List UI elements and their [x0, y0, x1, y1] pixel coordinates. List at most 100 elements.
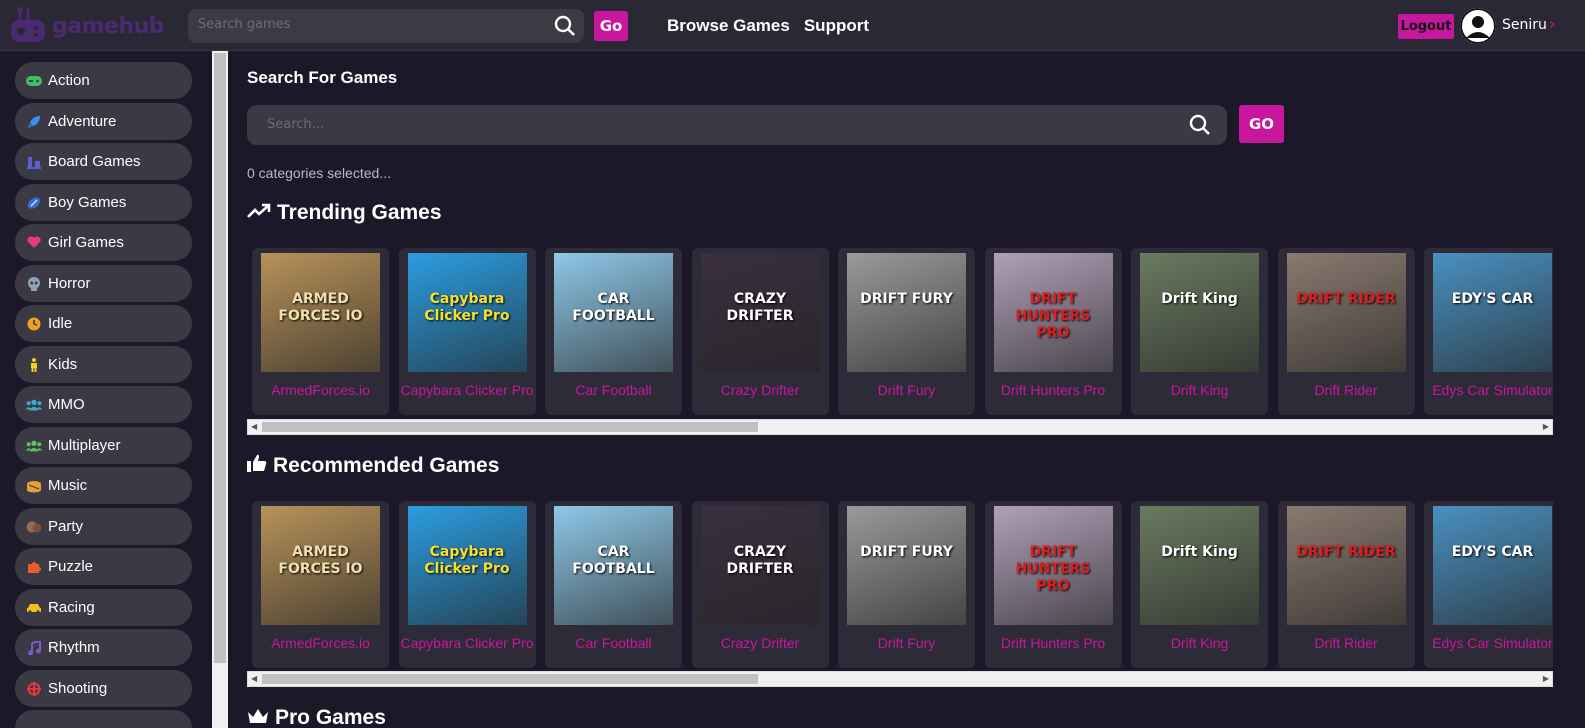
game-card[interactable]: EDY'S CAR Edys Car Simulator: [1424, 248, 1553, 415]
game-title[interactable]: Drift Rider: [1278, 382, 1415, 398]
game-thumbnail[interactable]: DRIFT HUNTERS PRO: [993, 253, 1113, 372]
search-icon[interactable]: [554, 15, 576, 41]
game-thumbnail[interactable]: Drift King: [1140, 506, 1259, 625]
trending-horizontal-scrollbar[interactable]: ◀ ▶: [247, 419, 1553, 435]
sidebar-item-label: Boy Games: [48, 194, 127, 211]
sidebar-item-puzzle[interactable]: Puzzle: [15, 548, 192, 585]
sidebar-item-rhythm[interactable]: Rhythm: [15, 629, 192, 666]
game-card[interactable]: CAR FOOTBALL Car Football: [545, 248, 682, 415]
game-card[interactable]: DRIFT FURY Drift Fury: [838, 248, 975, 415]
game-card[interactable]: Capybara Clicker Pro Capybara Clicker Pro: [398, 248, 536, 415]
game-thumbnail[interactable]: ARMED FORCES IO: [261, 506, 380, 625]
sidebar-item-multiplayer[interactable]: Multiplayer: [15, 427, 192, 464]
game-title[interactable]: Car Football: [545, 635, 682, 651]
game-thumbnail[interactable]: CAR FOOTBALL: [554, 253, 673, 372]
scrollbar-thumb[interactable]: [262, 422, 758, 432]
game-title[interactable]: Drift Hunters Pro: [985, 382, 1122, 398]
top-search-input[interactable]: [198, 17, 538, 32]
game-title[interactable]: Drift Hunters Pro: [985, 635, 1122, 651]
game-title[interactable]: Drift Fury: [838, 382, 975, 398]
game-title[interactable]: Car Football: [545, 382, 682, 398]
game-thumbnail[interactable]: DRIFT RIDER: [1286, 253, 1406, 372]
game-title[interactable]: Edys Car Simulator: [1424, 382, 1553, 398]
game-thumbnail[interactable]: ARMED FORCES IO: [261, 253, 380, 372]
game-card[interactable]: CAR FOOTBALL Car Football: [545, 501, 682, 668]
game-card[interactable]: Drift King Drift King: [1131, 248, 1268, 415]
recommended-horizontal-scrollbar[interactable]: ◀ ▶: [247, 671, 1553, 687]
sidebar-item-music[interactable]: Music: [15, 467, 192, 504]
main-go-button[interactable]: GO: [1239, 105, 1284, 143]
game-thumbnail[interactable]: Capybara Clicker Pro: [407, 506, 527, 625]
logo[interactable]: gamehub: [8, 4, 165, 48]
game-thumbnail[interactable]: CRAZY DRIFTER: [700, 506, 820, 625]
game-thumbnail[interactable]: DRIFT FURY: [847, 506, 966, 625]
scrollbar-thumb[interactable]: [262, 674, 758, 684]
game-thumbnail[interactable]: DRIFT HUNTERS PRO: [993, 506, 1113, 625]
sidebar-item-more[interactable]: [15, 710, 192, 728]
game-title[interactable]: Drift King: [1131, 635, 1268, 651]
sidebar-item-kids[interactable]: Kids: [15, 346, 192, 383]
sidebar-item-idle[interactable]: Idle: [15, 305, 192, 342]
game-title[interactable]: Crazy Drifter: [692, 635, 829, 651]
game-title[interactable]: Drift King: [1131, 382, 1268, 398]
main-search-input[interactable]: [267, 117, 1167, 132]
sidebar-item-party[interactable]: Party: [15, 508, 192, 545]
sidebar-item-boy-games[interactable]: Boy Games: [15, 184, 192, 221]
game-thumbnail-art-text: Capybara Clicker Pro: [424, 291, 510, 324]
game-card[interactable]: ARMED FORCES IO ArmedForces.io: [252, 501, 389, 668]
search-icon[interactable]: [1189, 114, 1211, 140]
avatar[interactable]: [1460, 8, 1496, 44]
scroll-left-arrow-icon[interactable]: ◀: [251, 422, 257, 431]
game-title[interactable]: Drift Rider: [1278, 635, 1415, 651]
scroll-left-arrow-icon[interactable]: ◀: [251, 674, 257, 683]
game-thumbnail[interactable]: DRIFT RIDER: [1286, 506, 1406, 625]
sidebar-item-adventure[interactable]: Adventure: [15, 103, 192, 140]
game-card[interactable]: Drift King Drift King: [1131, 501, 1268, 668]
game-thumbnail[interactable]: CAR FOOTBALL: [554, 506, 673, 625]
game-card[interactable]: EDY'S CAR Edys Car Simulator: [1424, 501, 1553, 668]
game-card[interactable]: Capybara Clicker Pro Capybara Clicker Pro: [398, 501, 536, 668]
game-title[interactable]: ArmedForces.io: [252, 382, 389, 398]
logout-button[interactable]: Logout: [1398, 14, 1454, 39]
scroll-right-arrow-icon[interactable]: ▶: [1543, 674, 1549, 683]
chevron-right-icon[interactable]: ›: [1549, 14, 1555, 33]
sidebar-item-girl-games[interactable]: Girl Games: [15, 224, 192, 261]
sidebar-item-mmo[interactable]: MMO: [15, 386, 192, 423]
sidebar-scrollbar-thumb[interactable]: [214, 53, 226, 663]
game-thumbnail[interactable]: DRIFT FURY: [847, 253, 966, 372]
game-card[interactable]: DRIFT FURY Drift Fury: [838, 501, 975, 668]
username[interactable]: Seniru: [1502, 17, 1547, 33]
sidebar-item-label: Shooting: [48, 680, 108, 697]
game-thumbnail[interactable]: EDY'S CAR: [1433, 506, 1552, 625]
game-title[interactable]: Capybara Clicker Pro: [399, 382, 536, 398]
sidebar-scrollbar[interactable]: [212, 51, 228, 728]
game-thumbnail[interactable]: Drift King: [1140, 253, 1259, 372]
sidebar-item-racing[interactable]: Racing: [15, 589, 192, 626]
top-go-button[interactable]: Go: [594, 11, 628, 41]
game-title[interactable]: Capybara Clicker Pro: [399, 635, 536, 651]
game-title[interactable]: ArmedForces.io: [252, 635, 389, 651]
scroll-right-arrow-icon[interactable]: ▶: [1543, 422, 1549, 431]
game-card[interactable]: DRIFT RIDER Drift Rider: [1277, 248, 1415, 415]
game-thumbnail-art-text: ARMED FORCES IO: [278, 291, 363, 324]
game-title[interactable]: Edys Car Simulator: [1424, 635, 1553, 651]
nav-support[interactable]: Support: [804, 16, 869, 36]
game-thumbnail[interactable]: EDY'S CAR: [1433, 253, 1552, 372]
sidebar-item-shooting[interactable]: Shooting: [15, 670, 192, 707]
game-card[interactable]: DRIFT RIDER Drift Rider: [1277, 501, 1415, 668]
game-card[interactable]: CRAZY DRIFTER Crazy Drifter: [691, 248, 829, 415]
game-card[interactable]: CRAZY DRIFTER Crazy Drifter: [691, 501, 829, 668]
sidebar-item-board-games[interactable]: Board Games: [15, 143, 192, 180]
game-thumbnail[interactable]: Capybara Clicker Pro: [407, 253, 527, 372]
game-title[interactable]: Drift Fury: [838, 635, 975, 651]
sidebar-item-horror[interactable]: Horror: [15, 265, 192, 302]
people-icon: [26, 438, 42, 454]
game-card[interactable]: ARMED FORCES IO ArmedForces.io: [252, 248, 389, 415]
top-bar: gamehub Go Browse Games Support Logout S…: [0, 0, 1585, 51]
game-thumbnail[interactable]: CRAZY DRIFTER: [700, 253, 820, 372]
game-card[interactable]: DRIFT HUNTERS PRO Drift Hunters Pro: [984, 248, 1122, 415]
game-card[interactable]: DRIFT HUNTERS PRO Drift Hunters Pro: [984, 501, 1122, 668]
nav-browse-games[interactable]: Browse Games: [667, 16, 790, 36]
game-title[interactable]: Crazy Drifter: [692, 382, 829, 398]
sidebar-item-action[interactable]: Action: [15, 62, 192, 99]
